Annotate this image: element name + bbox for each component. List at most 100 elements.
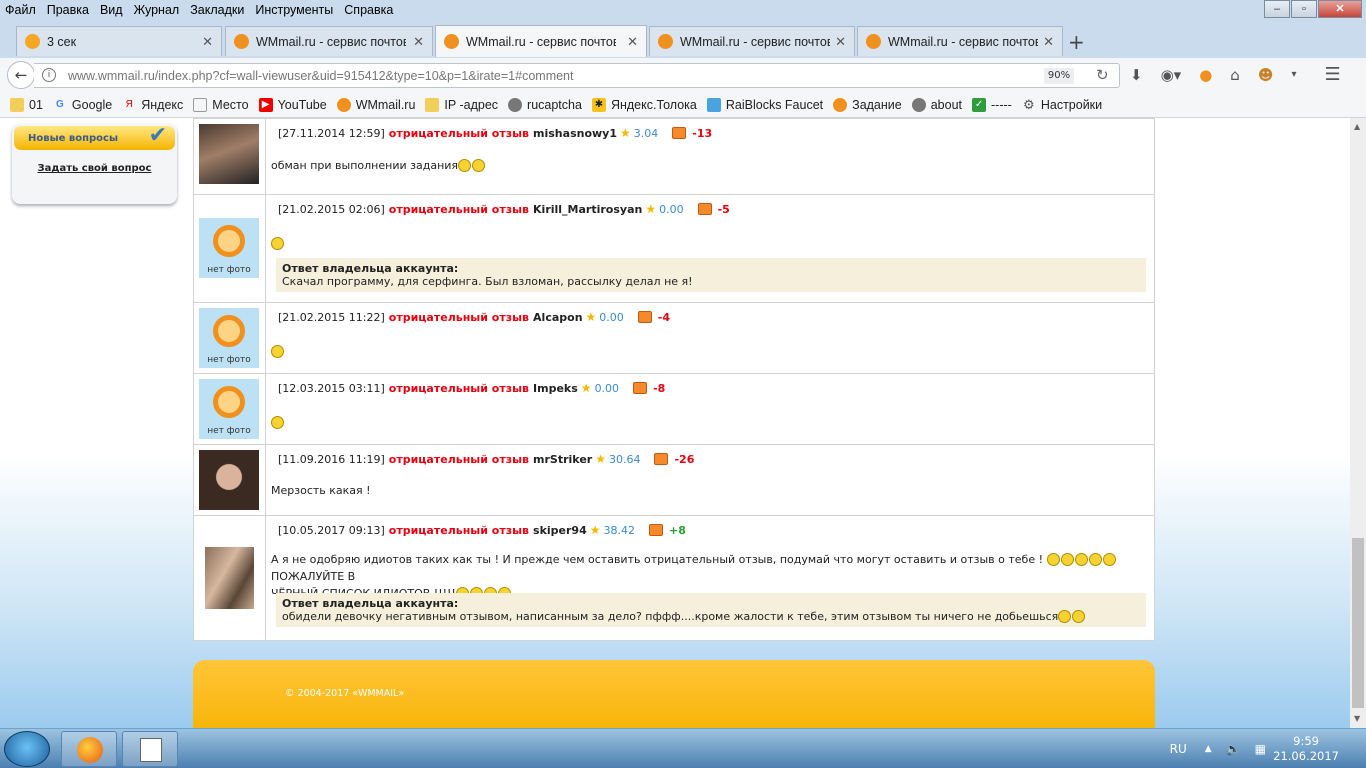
chest-icon — [697, 203, 712, 215]
avatar[interactable]: нет фото — [199, 379, 259, 439]
username-link[interactable]: mrStriker — [533, 453, 592, 466]
reload-icon[interactable]: ↻ — [1096, 66, 1109, 84]
username-link[interactable]: mishasnowy1 — [533, 127, 617, 140]
bookmark-label: Место — [212, 97, 249, 112]
menu-bookmarks[interactable]: Закладки — [185, 3, 250, 17]
entry-text-cont: ПОЖАЛУЙТЕ В — [271, 570, 356, 583]
review-points: -26 — [674, 453, 695, 466]
windows-taskbar: RU ▲ 🔈 ▦ 9:59 21.06.2017 — [0, 728, 1366, 768]
menu-view[interactable]: Вид — [95, 3, 129, 17]
bookmark-label: ----- — [991, 97, 1012, 112]
hamburger-menu-icon[interactable]: ☰ — [1325, 64, 1341, 85]
wmmail-logo-icon — [213, 386, 245, 418]
minimize-button[interactable]: – — [1264, 0, 1290, 18]
youtube-icon: ▶ — [258, 97, 273, 112]
bookmark-label: 01 — [29, 97, 43, 112]
close-tab-icon[interactable]: ✕ — [835, 34, 846, 50]
bookmark-settings[interactable]: ⚙ Настройки — [1022, 97, 1102, 112]
avatar-cell — [194, 516, 266, 641]
avatar[interactable]: нет фото — [199, 308, 259, 368]
tab-wmmail-4[interactable]: WMmail.ru - сервис почтов ✕ — [857, 26, 1063, 56]
bookmark-ip[interactable]: IP -адрес — [425, 97, 498, 112]
new-questions-header[interactable]: Новые вопросы ✔ — [14, 123, 175, 150]
close-tab-icon[interactable]: ✕ — [202, 34, 213, 50]
taskbar-notepad[interactable] — [122, 731, 178, 767]
bookmark-wmmail[interactable]: WMmail.ru — [336, 97, 415, 112]
scrollbar-thumb[interactable] — [1352, 538, 1364, 708]
vertical-scrollbar[interactable]: ▲ ▼ — [1350, 118, 1366, 728]
menu-edit[interactable]: Правка — [42, 3, 95, 17]
new-tab-button[interactable]: + — [1068, 30, 1085, 54]
avatar[interactable]: нет фото — [199, 218, 259, 278]
address-bar[interactable]: i www.wmmail.ru/index.php?cf=wall-viewus… — [34, 63, 1120, 88]
bookmark-yandex[interactable]: Я Яндекс — [122, 98, 184, 112]
menu-file[interactable]: Файл — [0, 3, 42, 17]
username-link[interactable]: skiper94 — [533, 524, 587, 537]
back-button[interactable]: ← — [7, 61, 35, 89]
clock[interactable]: 9:59 21.06.2017 — [1273, 734, 1339, 764]
taskbar-firefox[interactable] — [61, 731, 117, 767]
bookmark-01[interactable]: 01 — [10, 97, 43, 112]
close-tab-icon[interactable]: ✕ — [627, 34, 638, 50]
entry-text-block — [271, 343, 1141, 360]
username-link[interactable]: Impeks — [533, 382, 578, 395]
info-icon[interactable]: i — [42, 68, 56, 82]
adblock-icon[interactable]: ◉▾ — [1161, 66, 1182, 84]
menu-help[interactable]: Справка — [339, 3, 399, 17]
monkey-addon-icon[interactable]: ☻ — [1258, 66, 1274, 84]
username-link[interactable]: Kirill_Martirosyan — [533, 203, 642, 216]
menu-tools[interactable]: Инструменты — [250, 3, 339, 17]
scroll-up-icon[interactable]: ▲ — [1354, 122, 1360, 131]
chest-icon — [633, 382, 648, 394]
addon-icon[interactable]: ⌂ — [1230, 66, 1240, 84]
close-window-button[interactable]: ✕ — [1318, 0, 1362, 18]
bookmark-youtube[interactable]: ▶ YouTube — [258, 97, 327, 112]
wmmail-addon-icon[interactable]: ● — [1199, 66, 1212, 84]
tab-timer[interactable]: 3 сек ✕ — [16, 26, 222, 56]
avatar[interactable] — [205, 547, 254, 609]
bookmark-zadanie[interactable]: Задание — [833, 97, 902, 112]
entry-date: [11.09.2016 11:19] — [278, 453, 385, 466]
tab-title: WMmail.ru - сервис почтов — [256, 34, 406, 49]
bookmark-mesto[interactable]: Место — [193, 97, 249, 112]
bookmarks-toolbar: 01 G Google Я Яндекс Место ▶ YouTube WMmail… — [0, 92, 1366, 118]
tray-expand-icon[interactable]: ▲ — [1205, 744, 1212, 754]
url-text[interactable]: www.wmmail.ru/index.php?cf=wall-viewuser… — [68, 69, 574, 83]
wall-entry: [27.11.2014 12:59] отрицательный отзыв mis… — [194, 118, 1154, 194]
ask-question-link[interactable]: Задать свой вопрос — [12, 163, 177, 174]
globe-icon — [508, 97, 523, 112]
zoom-level[interactable]: 90% — [1044, 68, 1074, 84]
bookmark-google[interactable]: G Google — [53, 98, 112, 112]
tab-wmmail-active[interactable]: WMmail.ru - сервис почтов ✕ — [435, 25, 647, 57]
username-link[interactable]: Alcapon — [533, 311, 583, 324]
star-icon: ★ — [589, 523, 601, 537]
bookmark-raiblocks[interactable]: RaiBlocks Faucet — [706, 97, 823, 112]
menu-history[interactable]: Журнал — [129, 3, 186, 17]
network-icon[interactable]: ▦ — [1255, 742, 1266, 756]
reply-text: Скачал программу, для серфинга. Был взло… — [282, 275, 693, 288]
bookmark-toloka[interactable]: ✱ Яндекс.Толока — [591, 97, 697, 112]
avatar[interactable] — [199, 450, 259, 510]
owner-reply: Ответ владельца аккаунта: обидели девочк… — [276, 593, 1146, 627]
tab-title: 3 сек — [47, 34, 77, 49]
dropdown-icon[interactable]: ▾ — [1291, 69, 1296, 80]
scroll-down-icon[interactable]: ▼ — [1354, 714, 1360, 723]
bookmark-about[interactable]: about — [911, 97, 962, 112]
volume-icon[interactable]: 🔈 — [1226, 742, 1241, 756]
entry-text-block — [271, 235, 1141, 252]
entry-text-block — [271, 414, 1141, 431]
bookmark-dashes[interactable]: ✓ ----- — [972, 97, 1012, 112]
close-tab-icon[interactable]: ✕ — [413, 34, 424, 50]
language-indicator[interactable]: RU — [1170, 742, 1187, 756]
navigation-bar: ← i www.wmmail.ru/index.php?cf=wall-view… — [0, 58, 1366, 92]
tab-wmmail-3[interactable]: WMmail.ru - сервис почтов ✕ — [649, 26, 855, 56]
start-button[interactable] — [4, 731, 50, 767]
tab-wmmail-1[interactable]: WMmail.ru - сервис почтов ✕ — [225, 26, 433, 56]
avatar-cell: нет фото — [194, 195, 266, 302]
download-icon[interactable]: ⬇ — [1130, 66, 1143, 84]
close-tab-icon[interactable]: ✕ — [1043, 34, 1054, 50]
avatar[interactable] — [199, 124, 259, 184]
bookmark-rucaptcha[interactable]: rucaptcha — [508, 97, 582, 112]
maximize-button[interactable]: ▫ — [1291, 0, 1317, 18]
toolbar-icons: ⬇ ◉▾ ● ⌂ ☻ ▾ ☰ — [1130, 64, 1359, 85]
